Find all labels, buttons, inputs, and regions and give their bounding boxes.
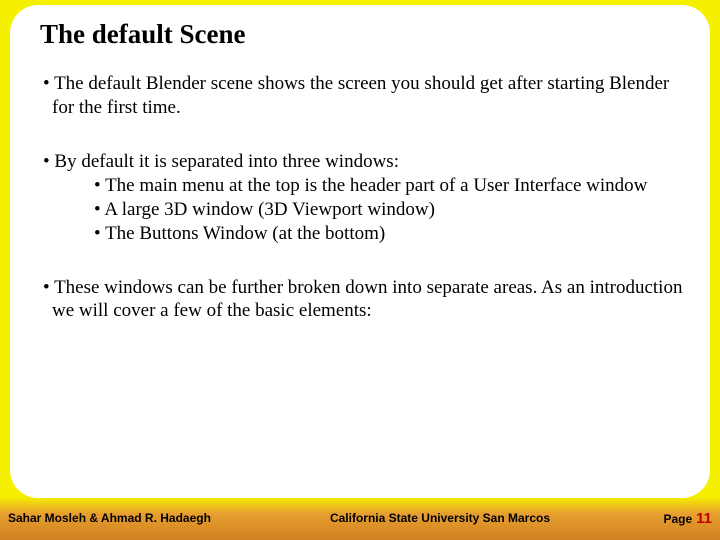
- bullet-item: • The default Blender scene shows the sc…: [34, 72, 686, 120]
- page-number: 11: [696, 510, 712, 527]
- slide-card: The default Scene • The default Blender …: [10, 5, 710, 498]
- bullet-item: • These windows can be further broken do…: [34, 276, 686, 324]
- bullet-text: The default Blender scene shows the scre…: [52, 73, 669, 118]
- bullet-text: These windows can be further broken down…: [52, 277, 682, 322]
- sub-bullet-text: The Buttons Window (at the bottom): [105, 223, 385, 244]
- footer-page: Page 11: [642, 510, 712, 527]
- slide-title: The default Scene: [40, 19, 686, 50]
- sub-bullet-item: • The Buttons Window (at the bottom): [94, 222, 686, 246]
- slide-content: • The default Blender scene shows the sc…: [34, 72, 686, 323]
- sub-bullet-text: A large 3D window (3D Viewport window): [104, 199, 435, 220]
- page-label: Page: [663, 512, 692, 526]
- bullet-text: By default it is separated into three wi…: [54, 151, 399, 172]
- sub-bullet-item: • A large 3D window (3D Viewport window): [94, 198, 686, 222]
- sub-bullet-list: • The main menu at the top is the header…: [94, 174, 686, 245]
- sub-bullet-item: • The main menu at the top is the header…: [94, 174, 686, 198]
- footer-institution: California State University San Marcos: [238, 511, 642, 525]
- sub-bullet-text: The main menu at the top is the header p…: [105, 175, 647, 196]
- footer-authors: Sahar Mosleh & Ahmad R. Hadaegh: [8, 511, 238, 525]
- slide-footer: Sahar Mosleh & Ahmad R. Hadaegh Californ…: [0, 504, 720, 532]
- bullet-item: • By default it is separated into three …: [34, 150, 686, 246]
- bullet-line: • By default it is separated into three …: [34, 150, 686, 174]
